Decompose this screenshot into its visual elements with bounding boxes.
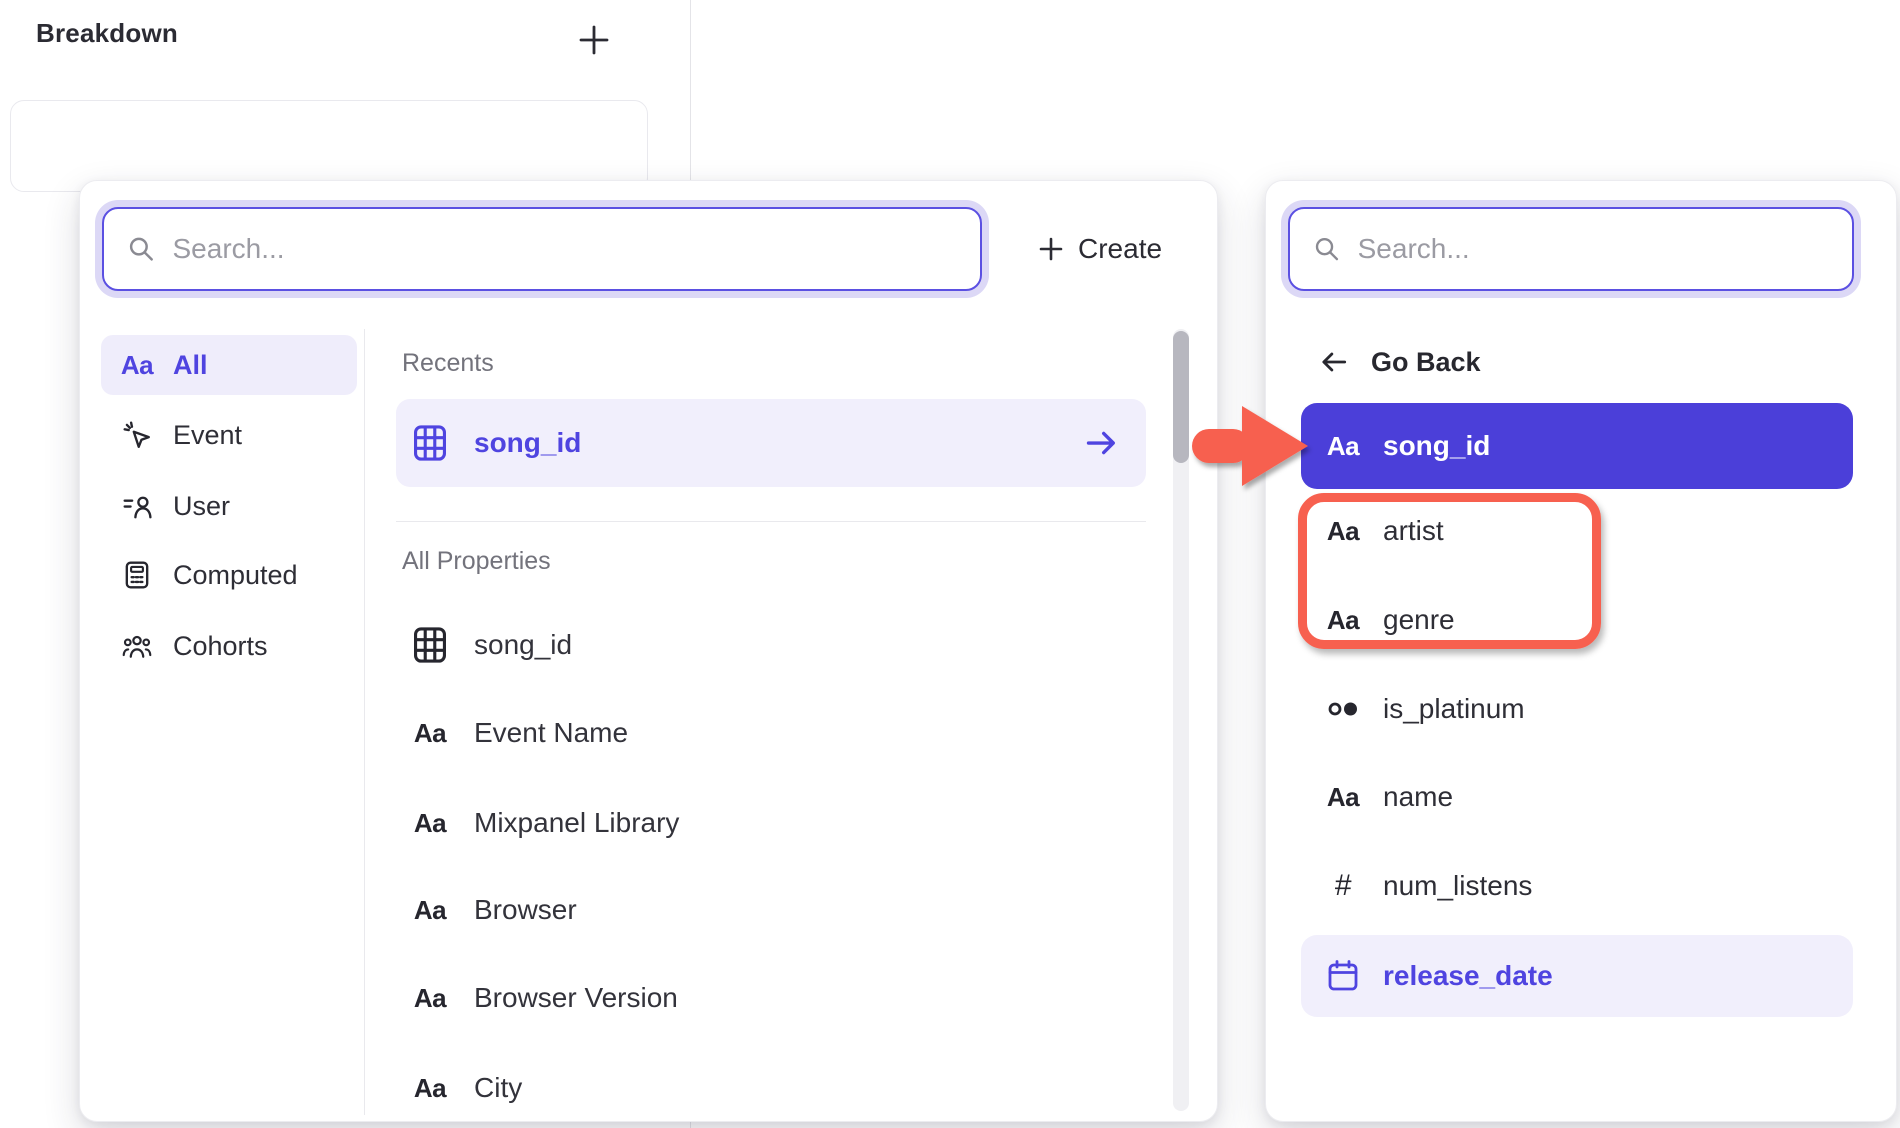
search-input[interactable]	[173, 233, 957, 265]
text-type-icon: Aa	[410, 1073, 450, 1104]
create-property-button[interactable]: Create	[1038, 225, 1162, 273]
text-type-icon: Aa	[410, 808, 450, 839]
text-type-icon: Aa	[1323, 782, 1363, 813]
scrollbar-thumb[interactable]	[1173, 331, 1189, 463]
go-back-button[interactable]: Go Back	[1310, 337, 1481, 387]
property-mixpanel-library[interactable]: Aa Mixpanel Library	[396, 790, 1146, 856]
table-grid-icon	[410, 423, 450, 463]
table-grid-icon	[410, 625, 450, 665]
item-num-listens[interactable]: # num_listens	[1301, 847, 1853, 925]
category-event[interactable]: Event	[101, 405, 357, 465]
number-type-icon: #	[1323, 869, 1363, 903]
breakdown-title: Breakdown	[36, 18, 178, 49]
recent-item-song-id[interactable]: song_id	[396, 399, 1146, 487]
property-detail-panel: Go Back Aa song_id Aa artist Aa genre is…	[1265, 180, 1897, 1122]
text-type-icon: Aa	[117, 350, 157, 381]
property-city[interactable]: Aa City	[396, 1055, 1146, 1121]
property-song-id[interactable]: song_id	[396, 612, 1146, 678]
text-type-icon: Aa	[1323, 605, 1363, 636]
property-event-name[interactable]: Aa Event Name	[396, 700, 1146, 766]
people-group-icon	[117, 631, 157, 661]
sidebar-divider	[364, 329, 365, 1115]
boolean-icon	[1323, 694, 1363, 724]
property-browser[interactable]: Aa Browser	[396, 877, 1146, 943]
plus-icon	[577, 23, 611, 57]
category-all[interactable]: Aa All	[101, 335, 357, 395]
item-song-id-selected[interactable]: Aa song_id	[1301, 403, 1853, 489]
search-input[interactable]	[1358, 233, 1828, 265]
left-search-box	[102, 207, 982, 291]
list-divider	[396, 521, 1146, 522]
search-icon	[1314, 235, 1340, 263]
item-genre[interactable]: Aa genre	[1301, 581, 1853, 659]
text-type-icon: Aa	[410, 983, 450, 1014]
plus-icon	[1038, 236, 1064, 262]
property-picker-panel: Create Aa All Event User	[79, 180, 1218, 1122]
item-name[interactable]: Aa name	[1301, 758, 1853, 836]
recents-header: Recents	[402, 349, 494, 378]
calculator-icon	[117, 560, 157, 590]
property-browser-version[interactable]: Aa Browser Version	[396, 965, 1146, 1031]
category-user[interactable]: User	[101, 476, 357, 536]
breakdown-chip-card	[10, 100, 648, 192]
drill-in-arrow-icon[interactable]	[1084, 425, 1120, 461]
text-type-icon: Aa	[1323, 516, 1363, 547]
text-type-icon: Aa	[410, 895, 450, 926]
search-icon	[128, 235, 155, 263]
add-breakdown-button[interactable]	[572, 18, 616, 62]
calendar-icon	[1323, 958, 1363, 994]
item-artist[interactable]: Aa artist	[1301, 492, 1853, 570]
item-is-platinum[interactable]: is_platinum	[1301, 670, 1853, 748]
category-computed[interactable]: Computed	[101, 545, 357, 605]
item-release-date[interactable]: release_date	[1301, 935, 1853, 1017]
text-type-icon: Aa	[1323, 431, 1363, 462]
text-type-icon: Aa	[410, 718, 450, 749]
user-icon	[117, 491, 157, 521]
arrow-left-icon	[1319, 347, 1349, 377]
event-cursor-icon	[117, 420, 157, 450]
right-search-box	[1288, 207, 1854, 291]
category-cohorts[interactable]: Cohorts	[101, 616, 357, 676]
all-properties-header: All Properties	[402, 547, 551, 576]
